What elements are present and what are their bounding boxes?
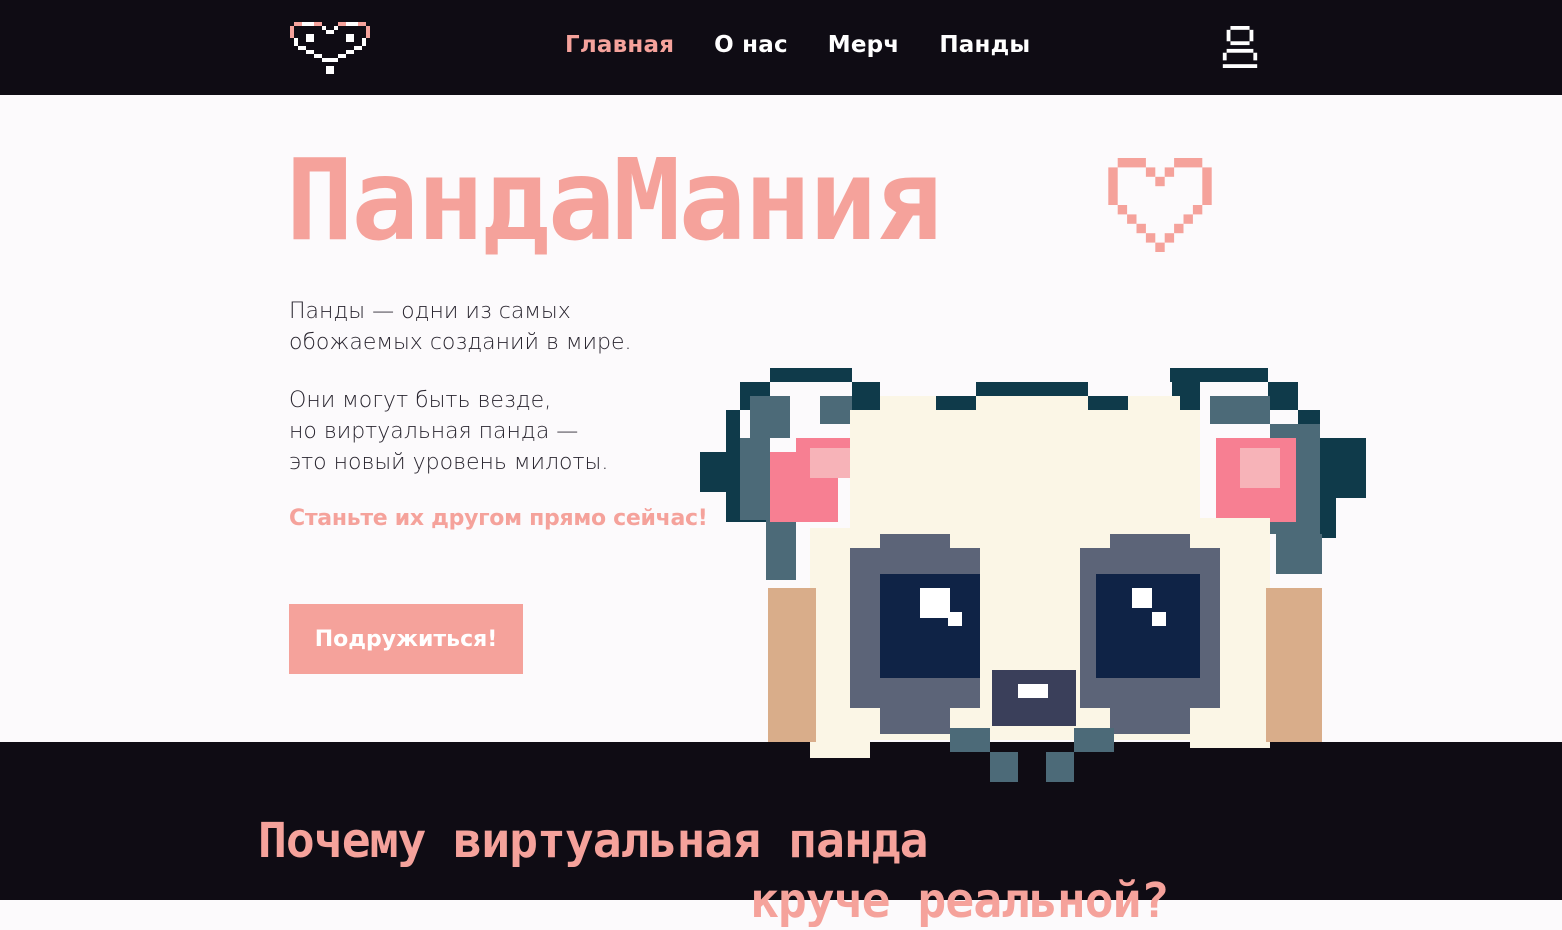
nav-link-about[interactable]: О нас bbox=[714, 32, 788, 58]
top-navigation-bar: Главная О нас Мерч Панды bbox=[0, 0, 1562, 95]
call-to-action-text: Станьте их другом прямо сейчас! bbox=[289, 506, 708, 531]
main-navigation: Главная О нас Мерч Панды bbox=[565, 32, 1030, 58]
intro-line: Панды — одни из самых bbox=[289, 299, 571, 324]
description-line: это новый уровень милоты. bbox=[289, 450, 609, 475]
nav-link-merch[interactable]: Мерч bbox=[828, 32, 900, 58]
nav-link-pandas[interactable]: Панды bbox=[939, 32, 1030, 58]
pixel-panda-image bbox=[700, 368, 1366, 782]
user-icon[interactable] bbox=[1222, 26, 1258, 68]
section-heading: Почему виртуальная панда bbox=[258, 813, 929, 869]
description-paragraph: Они могут быть везде, но виртуальная пан… bbox=[289, 385, 709, 478]
befriend-button[interactable]: Подружиться! bbox=[289, 604, 523, 674]
nav-link-home[interactable]: Главная bbox=[565, 32, 674, 58]
pixel-heart-outline-icon bbox=[1108, 158, 1212, 252]
intro-paragraph: Панды — одни из самых обожаемых созданий… bbox=[289, 296, 709, 358]
description-line: Они могут быть везде, bbox=[289, 388, 552, 413]
intro-line: обожаемых созданий в мире. bbox=[289, 330, 632, 355]
pixel-heart-icon[interactable] bbox=[290, 18, 370, 74]
section-heading-line2: круче реальной? bbox=[750, 873, 1169, 929]
hero-title: ПандаМания bbox=[286, 136, 942, 266]
description-line: но виртуальная панда — bbox=[289, 419, 579, 444]
